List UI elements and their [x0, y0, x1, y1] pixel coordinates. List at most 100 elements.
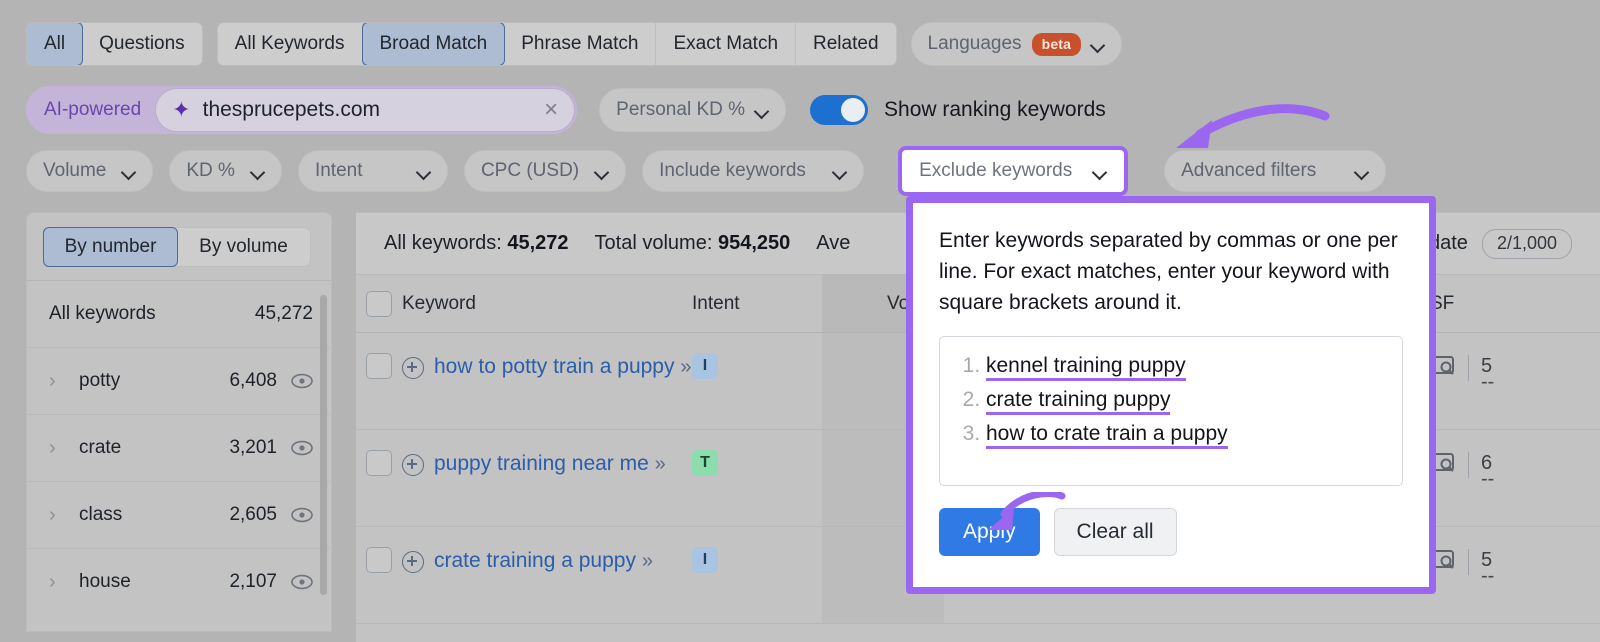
chevron-down-icon: [755, 106, 769, 115]
row-checkbox[interactable]: [366, 353, 392, 379]
divider: [1468, 355, 1469, 381]
sort-by-number[interactable]: By number: [43, 227, 178, 267]
column-header-keyword[interactable]: Keyword: [402, 275, 692, 332]
ai-powered-domain-group: AI-powered ✦ thesprucepets.com ×: [26, 86, 578, 134]
column-header-intent[interactable]: Intent: [692, 275, 822, 332]
chevron-right-icon[interactable]: ›: [49, 437, 67, 460]
tab-group-match-type: All Keywords Broad Match Phrase Match Ex…: [216, 22, 897, 66]
domain-input[interactable]: ✦ thesprucepets.com ×: [155, 88, 576, 132]
tab-all[interactable]: All: [26, 23, 84, 65]
group-name: house: [79, 571, 131, 592]
beta-badge: beta: [1031, 32, 1082, 56]
list-item: kennel training puppy: [986, 349, 1402, 383]
group-row-house[interactable]: › house 2,107: [27, 548, 331, 615]
languages-dropdown[interactable]: Languages beta: [910, 22, 1123, 66]
filter-include-keywords[interactable]: Include keywords: [642, 150, 865, 192]
filter-include-keywords-label: Include keywords: [659, 160, 806, 181]
sf-subvalue: --: [1481, 468, 1495, 490]
clear-all-button[interactable]: Clear all: [1053, 508, 1177, 556]
ai-powered-row: AI-powered ✦ thesprucepets.com × Persona…: [26, 86, 1106, 134]
select-all-checkbox[interactable]: [366, 290, 392, 317]
show-ranking-keywords-group: Show ranking keywords: [810, 95, 1106, 125]
sf-subvalue: --: [1481, 371, 1495, 393]
add-keyword-icon[interactable]: [402, 551, 424, 573]
clear-icon[interactable]: ×: [542, 98, 560, 122]
column-header-sf[interactable]: SF: [1430, 275, 1600, 332]
personal-kd-dropdown[interactable]: Personal KD %: [599, 88, 787, 132]
group-name: All keywords: [49, 303, 156, 324]
ai-powered-label: AI-powered: [44, 99, 142, 120]
divider: [1468, 452, 1469, 478]
chevron-down-icon: [1091, 40, 1105, 49]
summary-all-keywords-label: All keywords:: [384, 232, 502, 254]
apply-button[interactable]: Apply: [939, 508, 1040, 556]
group-row-all-keywords[interactable]: All keywords 45,272: [27, 280, 331, 347]
add-keyword-icon[interactable]: [402, 357, 424, 379]
popover-hint-text: Enter keywords separated by commas or on…: [939, 229, 1398, 314]
sort-by-volume[interactable]: By volume: [177, 228, 310, 266]
filter-intent[interactable]: Intent: [297, 150, 448, 192]
row-checkbox[interactable]: [366, 547, 392, 573]
sf-cell: 6 --: [1430, 430, 1600, 526]
popover-actions: Apply Clear all: [939, 508, 1403, 556]
tab-all-keywords[interactable]: All Keywords: [217, 23, 363, 65]
row-select-cell: [356, 430, 402, 526]
keyword-link[interactable]: crate training a puppy »: [434, 547, 653, 575]
chevron-down-icon: [1093, 167, 1107, 176]
sf-value-group: 5 --: [1481, 355, 1495, 393]
tab-related[interactable]: Related: [796, 23, 896, 65]
summary-total-volume-label: Total volume:: [594, 232, 713, 254]
group-name: crate: [79, 437, 122, 458]
sort-toggle-group: By number By volume: [43, 227, 311, 267]
row-checkbox[interactable]: [366, 450, 392, 476]
group-row-crate[interactable]: › crate 3,201: [27, 414, 331, 481]
filter-volume[interactable]: Volume: [26, 150, 154, 192]
exclude-keywords-textarea[interactable]: kennel training puppy crate training pup…: [939, 336, 1403, 486]
summary-all-keywords-value: 45,272: [507, 232, 569, 254]
personal-kd-label: Personal KD %: [616, 99, 746, 120]
filter-cpc[interactable]: CPC (USD): [463, 150, 627, 192]
keyword-link[interactable]: how to potty train a puppy »: [434, 353, 691, 381]
group-row-potty[interactable]: › potty 6,408: [27, 347, 331, 414]
chevron-right-icon[interactable]: ›: [49, 571, 67, 594]
sf-value-group: 5 --: [1481, 549, 1495, 587]
filter-advanced[interactable]: Advanced filters: [1164, 150, 1387, 192]
chevron-down-icon: [1355, 167, 1369, 176]
tab-exact-match[interactable]: Exact Match: [656, 23, 797, 65]
tab-phrase-match[interactable]: Phrase Match: [504, 23, 657, 65]
eye-icon[interactable]: [291, 504, 313, 526]
filter-advanced-label: Advanced filters: [1181, 160, 1317, 181]
summary-total-volume-value: 954,250: [717, 232, 791, 254]
divider: [1468, 549, 1469, 575]
group-count: 6,408: [229, 370, 277, 391]
chevron-right-icon[interactable]: ›: [49, 370, 67, 393]
add-keyword-icon[interactable]: [402, 454, 424, 476]
row-select-cell: [356, 527, 402, 623]
intent-cell: I: [692, 333, 822, 429]
keyword-groups-sort-header: By number By volume: [27, 213, 331, 280]
group-count: 2,107: [229, 571, 277, 592]
summary-total-volume: Total volume: 954,250: [595, 232, 791, 255]
eye-icon[interactable]: [291, 571, 313, 593]
expand-chevrons-icon[interactable]: »: [642, 550, 653, 572]
chevron-down-icon: [122, 167, 136, 176]
expand-chevrons-icon[interactable]: »: [680, 356, 691, 378]
intent-badge: T: [692, 450, 718, 476]
filter-exclude-keywords[interactable]: Exclude keywords: [902, 150, 1125, 192]
eye-icon[interactable]: [291, 370, 313, 392]
filter-kd-label: KD %: [186, 160, 235, 181]
tab-questions[interactable]: Questions: [82, 23, 202, 65]
sf-subvalue: --: [1481, 565, 1495, 587]
keyword-cell: crate training a puppy »: [402, 527, 692, 623]
chevron-right-icon[interactable]: ›: [49, 504, 67, 527]
show-ranking-keywords-toggle[interactable]: [810, 95, 869, 125]
eye-icon[interactable]: [291, 437, 313, 459]
group-row-class[interactable]: › class 2,605: [27, 481, 331, 548]
expand-chevrons-icon[interactable]: »: [655, 453, 666, 475]
scrollbar-thumb[interactable]: [320, 295, 327, 595]
keyword-groups-panel: By number By volume All keywords 45,272 …: [26, 212, 332, 632]
filter-kd[interactable]: KD %: [169, 150, 282, 192]
keyword-link[interactable]: puppy training near me »: [434, 450, 666, 478]
summary-average-label: Ave: [816, 232, 851, 254]
tab-broad-match[interactable]: Broad Match: [361, 23, 506, 65]
